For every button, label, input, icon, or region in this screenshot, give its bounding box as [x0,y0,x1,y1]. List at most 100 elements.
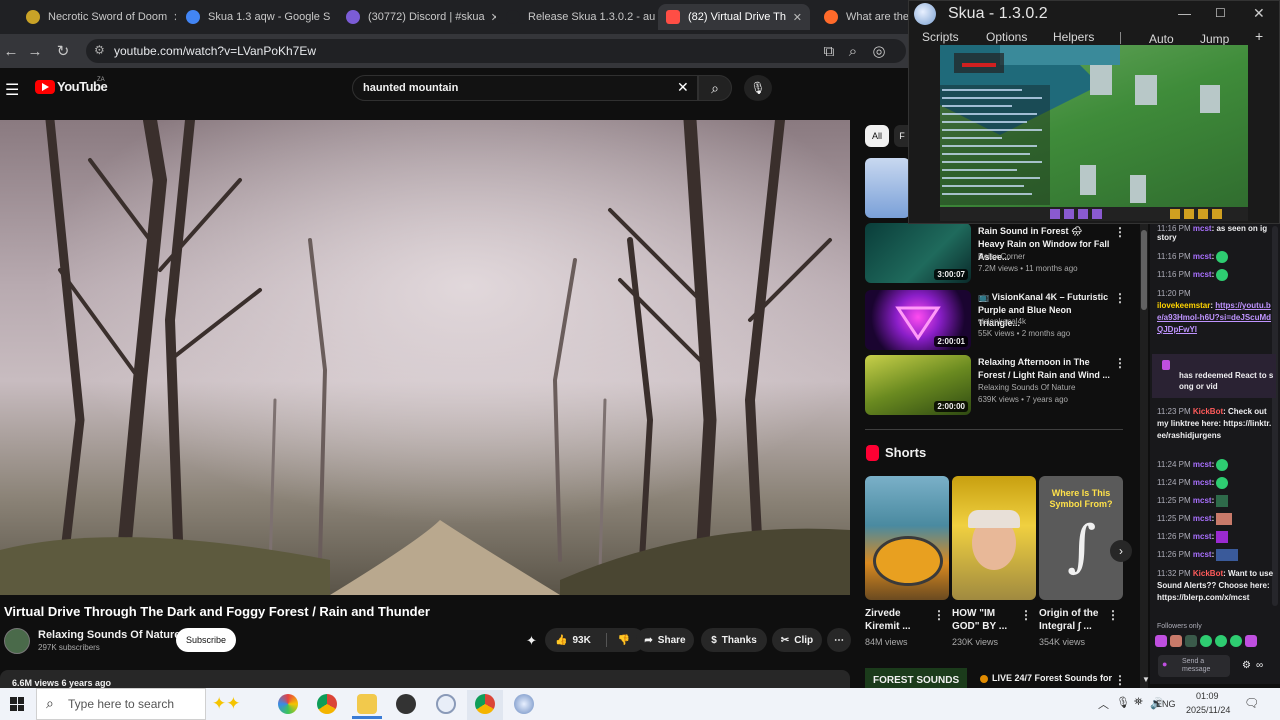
mic-icon[interactable]: ● [1162,659,1167,669]
thanks-button[interactable]: $ Thanks [701,628,767,652]
rec-channel[interactable]: Relax Corner [978,251,1025,263]
game-viewport[interactable] [940,45,1248,221]
skua-taskbar-icon[interactable] [514,694,534,714]
infinity-icon[interactable]: ∞ [1256,660,1263,671]
emote-bar[interactable] [1155,635,1270,649]
menu-hamburger-icon[interactable]: ☰ [5,80,19,100]
short-title[interactable]: HOW "IM GOD" BY ... [952,607,1014,633]
address-bar[interactable]: ⚙ youtube.com/watch?v=LVanPoKh7Ew [86,39,906,63]
chat-username[interactable]: mcst [1193,270,1212,279]
chip-all[interactable]: All [865,125,889,147]
close-tab-icon[interactable]: ✕ [330,11,336,24]
reload-icon[interactable]: ↻ [52,40,74,62]
steam-icon[interactable] [396,694,416,714]
rec-thumbnail[interactable]: 2:00:01 [865,290,971,350]
voice-search-button[interactable]: 🎙 [744,75,772,101]
skua-menu-scripts[interactable]: Scripts [922,30,959,44]
app-icon[interactable] [436,694,456,714]
chat-username[interactable]: ilovekeemstar [1157,301,1210,310]
emote-icon[interactable] [1170,635,1182,647]
incognito-eye-icon[interactable]: ◎ [868,40,890,62]
emote-icon[interactable] [1215,635,1227,647]
rec-section-thumb[interactable]: FOREST SOUNDS [865,668,967,688]
tray-chevron-icon[interactable]: ︿ [1098,696,1109,712]
chrome-icon[interactable] [475,694,495,714]
emote-icon[interactable] [1245,635,1257,647]
short-thumbnail[interactable] [865,476,949,600]
chat-username[interactable]: mcst [1193,496,1212,505]
emote-icon[interactable] [1230,635,1242,647]
photos-icon[interactable] [278,694,298,714]
maximize-icon[interactable]: ☐ [1215,6,1226,20]
dislike-icon[interactable]: 👎 [618,635,630,646]
rec-more-icon[interactable]: ⋮ [1114,356,1126,370]
language-indicator[interactable]: ENG [1156,699,1176,709]
tab-necrotic-sword[interactable]: Necrotic Sword of Doom✕ [18,4,176,30]
close-tab-icon[interactable]: ✕ [167,11,176,24]
short-more-icon[interactable]: ⋮ [1020,608,1032,622]
subscribe-button[interactable]: Subscribe [176,628,236,652]
partial-thumbnail[interactable] [865,158,910,218]
sparkle-icon[interactable]: ✦✦ [212,694,241,714]
short-thumbnail[interactable] [952,476,1036,600]
share-button[interactable]: ➦ Share [636,628,694,652]
youtube-logo-icon[interactable] [35,80,55,94]
close-window-icon[interactable]: ✕ [1253,5,1265,22]
rec-channel[interactable]: visionkanal4k [978,316,1026,328]
page-scrollbar[interactable] [1140,224,1148,688]
skua-add-icon[interactable]: + [1255,28,1263,44]
clear-search-icon[interactable]: ✕ [677,79,689,96]
shorts-next-icon[interactable]: › [1110,540,1132,562]
rec-more-icon[interactable]: ⋮ [1114,225,1126,239]
close-tab-icon[interactable]: ✕ [787,11,802,24]
short-more-icon[interactable]: ⋮ [1107,608,1119,622]
emote-icon[interactable] [1200,635,1212,647]
clip-button[interactable]: ✂ Clip [772,628,822,652]
description-box[interactable] [0,670,850,688]
chat-username[interactable]: mcst [1193,550,1212,559]
chat-username[interactable]: KickBot [1193,407,1223,416]
close-tab-icon[interactable]: ✕ [485,11,496,24]
back-icon[interactable]: ← [0,40,22,62]
tray-mic-icon[interactable]: 🎙 [1116,696,1130,709]
close-tab-icon[interactable]: ✕ [655,11,656,24]
settings-icon[interactable]: ⚙ [1242,660,1251,671]
site-info-icon[interactable]: ⚙ [94,43,105,57]
like-count[interactable]: 93K [572,635,590,646]
video-player[interactable] [0,120,850,595]
chat-username[interactable]: mcst [1193,478,1212,487]
channel-avatar[interactable] [4,628,30,654]
cast-icon[interactable]: ⧉ [818,40,840,62]
rec-thumbnail[interactable]: 2:00:00 [865,355,971,415]
clock-time[interactable]: 01:09 [1196,691,1219,701]
network-icon[interactable]: ⛯ [1134,696,1143,709]
tab-release-skua[interactable]: Release Skua 1.3.0.2 - au✕ [498,4,656,30]
emote-icon[interactable] [1155,635,1167,647]
rec-title[interactable]: Relaxing Afternoon in The Forest / Light… [978,356,1110,382]
rec-more-icon[interactable]: ⋮ [1114,291,1126,305]
minimize-icon[interactable]: — [1178,6,1191,21]
chrome-icon[interactable] [317,694,337,714]
zoom-icon[interactable]: ⌕ [842,40,864,62]
tab-discord[interactable]: (30772) Discord | #skua ✕ [338,4,496,30]
file-explorer-icon[interactable] [357,694,377,714]
like-icon[interactable]: 👍 [555,635,567,646]
chat-username[interactable]: mcst [1193,532,1212,541]
search-input[interactable]: haunted mountain [352,75,698,101]
channel-name[interactable]: Relaxing Sounds Of Nature [38,629,180,641]
forward-icon[interactable]: → [24,40,46,62]
chat-username[interactable]: KickBot [1193,569,1223,578]
tab-youtube-active[interactable]: (82) Virtual Drive Th ✕ [658,4,810,30]
short-title[interactable]: Zirvede Kiremit ... [865,607,927,633]
skua-menu-options[interactable]: Options [986,30,1027,44]
search-button[interactable]: ⌕ [698,75,732,101]
skua-menu-jump[interactable]: Jump [1200,32,1229,46]
short-thumbnail[interactable]: Where Is This Symbol From? ∫ [1039,476,1123,600]
chat-username[interactable]: mcst [1193,514,1212,523]
rec-title[interactable]: LIVE 24/7 Forest Sounds for [992,673,1112,683]
rec-more-icon[interactable]: ⋮ [1114,673,1126,687]
emote-icon[interactable] [1185,635,1197,647]
clock-date[interactable]: 2025/11/24 [1186,705,1230,715]
short-title[interactable]: Origin of the Integral ∫ ... [1039,607,1101,633]
rec-channel[interactable]: Relaxing Sounds Of Nature [978,382,1075,394]
